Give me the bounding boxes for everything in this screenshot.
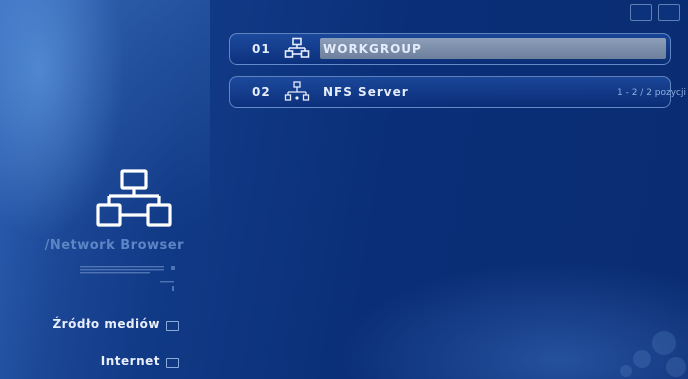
list-item-workgroup[interactable]: 01 WORKGROUP [229,33,671,65]
checkbox-icon[interactable] [166,321,179,331]
item-label: WORKGROUP [323,42,422,56]
list-item-nfs-server[interactable]: 02 NFS Server [229,76,671,108]
media-player-screen: 01 WORKGROUP 02 NFS Server 1 - 2 / 2 poz… [0,0,688,379]
item-number: 02 [252,85,271,99]
item-number: 01 [252,42,271,56]
checkbox-icon[interactable] [166,358,179,368]
corner-box-icon [630,4,652,21]
menu-item-internet[interactable]: Internet [0,354,160,368]
item-label: NFS Server [323,85,409,99]
top-right-indicators [630,4,680,21]
menu-item-zrodlo-mediow[interactable]: Źródło mediów [0,317,160,331]
corner-box-icon [658,4,680,21]
decorative-bubbles [620,331,686,377]
page-title: /Network Browser [44,238,184,253]
network-list: 01 WORKGROUP 02 NFS Server [229,33,671,119]
status-info-graphic [80,266,175,291]
nfs-server-icon [284,81,310,101]
item-count: 1 - 2 / 2 pozycji [617,88,686,98]
workgroup-network-icon [284,37,310,58]
network-browser-icon [96,169,172,227]
